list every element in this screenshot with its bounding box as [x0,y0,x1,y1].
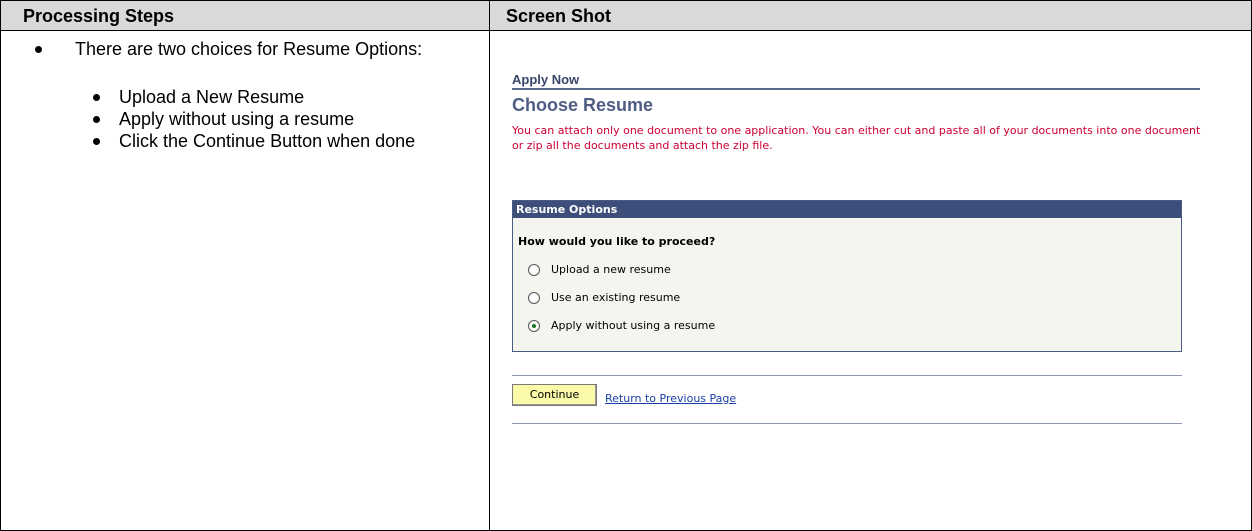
processing-steps-cell: There are two choices for Resume Options… [1,31,489,531]
step-sub-item: Upload a New Resume [119,87,305,107]
bullet-icon [93,116,100,123]
bullet-icon [93,94,100,101]
step-main-text: There are two choices for Resume Options… [75,39,423,59]
step-sub-item: Apply without using a resume [119,109,355,129]
bullet-icon [93,138,100,145]
processing-steps-header: Processing Steps [23,6,175,26]
attachment-notice: You can attach only one document to one … [512,124,1201,152]
radio-label: Use an existing resume [551,291,681,304]
document-table: Processing Steps Screen Shot There are t… [0,0,1252,531]
radio-button[interactable] [528,264,540,276]
resume-options-header: Resume Options [513,201,1181,218]
radio-button[interactable] [528,292,540,304]
radio-label: Upload a new resume [551,263,671,276]
table-header-row: Processing Steps Screen Shot [1,1,1251,31]
radio-button-selected[interactable] [528,320,540,332]
divider [512,375,1182,376]
bullet-icon [35,46,42,53]
continue-button[interactable]: Continue [512,384,597,406]
return-to-previous-page-link[interactable]: Return to Previous Page [605,392,736,405]
screen-shot-header: Screen Shot [506,6,612,26]
screenshot-cell: Apply Now Choose Resume You can attach o… [490,31,1252,531]
step-sub-item: Click the Continue Button when done [119,131,416,151]
apply-now-label: Apply Now [512,72,580,87]
divider [512,423,1182,424]
radio-label: Apply without using a resume [551,319,716,332]
page-title: Choose Resume [512,95,654,115]
resume-options-panel: Resume Options How would you like to pro… [512,200,1182,352]
divider [512,88,1200,90]
proceed-question: How would you like to proceed? [518,235,716,248]
